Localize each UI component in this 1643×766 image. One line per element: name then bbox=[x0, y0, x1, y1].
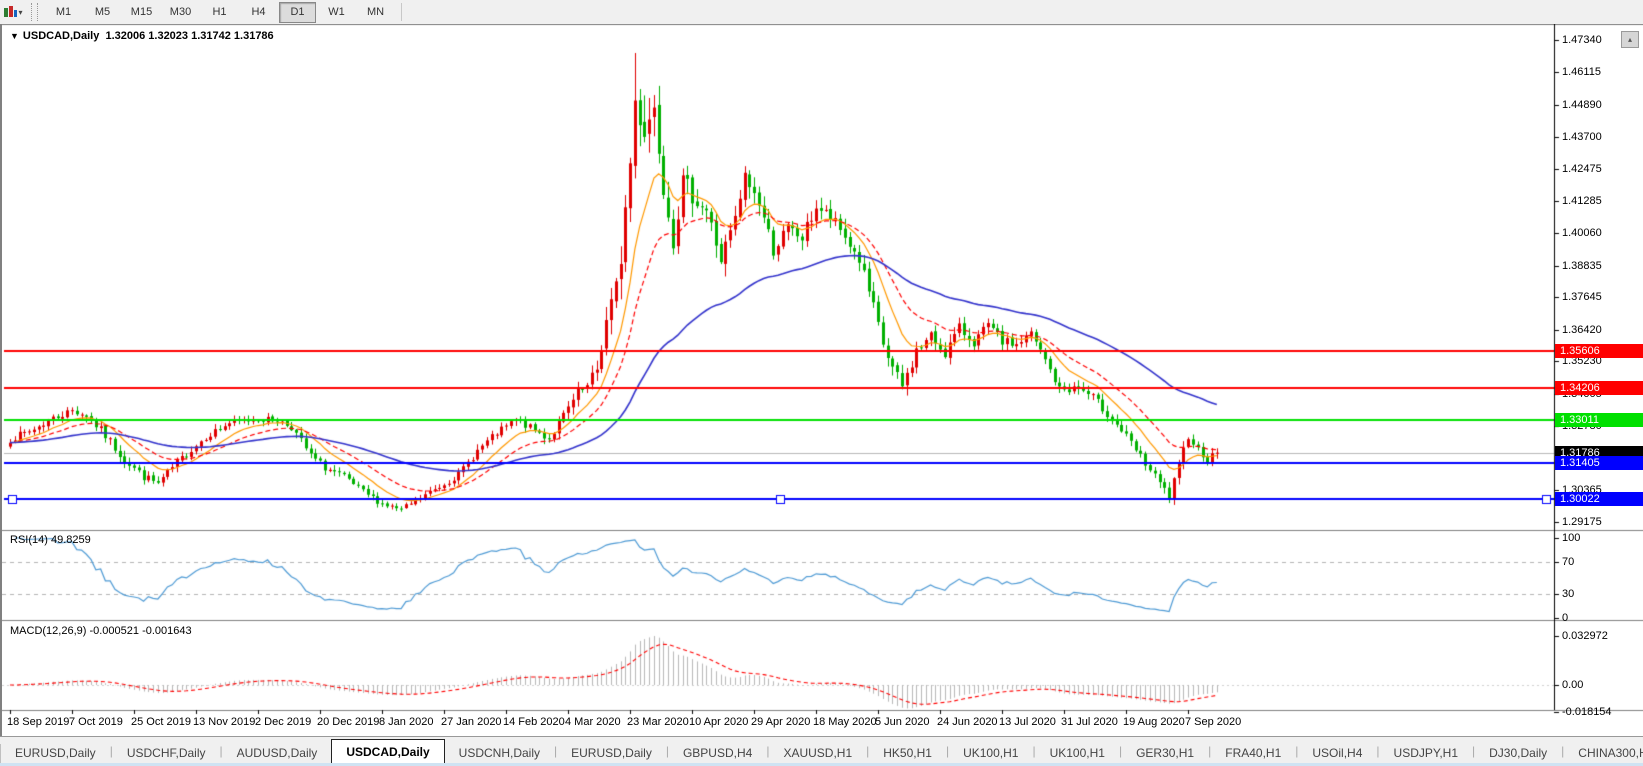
chart-tab-usoil-h4[interactable]: USOil,H4 bbox=[1298, 742, 1376, 764]
chart-tab-eurusd-daily[interactable]: EURUSD,Daily bbox=[1, 742, 110, 764]
chart-tab-usdcad-daily[interactable]: USDCAD,Daily bbox=[331, 739, 445, 764]
chevron-down-icon: ▾ bbox=[18, 7, 23, 17]
timeframe-button-m5[interactable]: M5 bbox=[84, 2, 121, 23]
toolbar-separator bbox=[401, 3, 402, 21]
chart-tab-hk50-h1[interactable]: HK50,H1 bbox=[869, 742, 946, 764]
chart-tab-uk100-h1[interactable]: UK100,H1 bbox=[949, 742, 1032, 764]
chart-tab-fra40-h1[interactable]: FRA40,H1 bbox=[1211, 742, 1295, 764]
chart-tab-uk100-h1[interactable]: UK100,H1 bbox=[1036, 742, 1119, 764]
timeframe-buttons: M1 M5 M15 M30 H1 H4 D1 W1 MN bbox=[44, 1, 395, 23]
chart-tab-audusd-daily[interactable]: AUDUSD,Daily bbox=[223, 742, 332, 764]
chart-tab-usdjpy-h1[interactable]: USDJPY,H1 bbox=[1380, 742, 1472, 764]
chart-tab-xauusd-h1[interactable]: XAUUSD,H1 bbox=[769, 742, 866, 764]
chart-tabbar: EURUSD,Daily | USDCHF,Daily | AUDUSD,Daily US… bbox=[0, 736, 1643, 764]
chart-tab-china300-h1[interactable]: CHINA300,H1 bbox=[1564, 742, 1643, 764]
charts-toolbar-icon[interactable]: ▾ bbox=[3, 3, 23, 21]
mt4-window: ▾ M1 M5 M15 M30 H1 H4 D1 W1 MN ▼ USDCAD,Daily 1.3… bbox=[0, 0, 1643, 766]
chart-tab-eurusd-daily[interactable]: EURUSD,Daily bbox=[557, 742, 666, 764]
chart-tab-dj30-daily[interactable]: DJ30,Daily bbox=[1475, 742, 1561, 764]
timeframe-button-w1[interactable]: W1 bbox=[318, 2, 355, 23]
chart-window: ▼ USDCAD,Daily 1.32006 1.32023 1.31742 1.… bbox=[0, 24, 1643, 736]
timeframe-toolbar: ▾ M1 M5 M15 M30 H1 H4 D1 W1 MN bbox=[0, 0, 1643, 25]
chart-tab-ger30-h1[interactable]: GER30,H1 bbox=[1122, 742, 1208, 764]
timeframe-button-m15[interactable]: M15 bbox=[123, 2, 160, 23]
chart-tab-usdcnh-daily[interactable]: USDCNH,Daily bbox=[445, 742, 554, 764]
timeframe-button-m30[interactable]: M30 bbox=[162, 2, 199, 23]
chart-tab-usdchf-daily[interactable]: USDCHF,Daily bbox=[113, 742, 220, 764]
timeframe-button-d1[interactable]: D1 bbox=[279, 1, 316, 23]
bar-chart-icon bbox=[3, 6, 18, 18]
timeframe-button-mn[interactable]: MN bbox=[357, 2, 394, 23]
timeframe-button-h4[interactable]: H4 bbox=[240, 2, 277, 23]
chart-tabs: EURUSD,Daily | USDCHF,Daily | AUDUSD,Daily US… bbox=[1, 739, 1643, 764]
timeframe-button-m1[interactable]: M1 bbox=[45, 2, 82, 23]
timeframe-button-h1[interactable]: H1 bbox=[201, 2, 238, 23]
chart-tab-gbpusd-h4[interactable]: GBPUSD,H4 bbox=[669, 742, 766, 764]
price-chart-canvas[interactable] bbox=[2, 24, 1643, 736]
toolbar-drag-handle[interactable] bbox=[31, 3, 38, 21]
